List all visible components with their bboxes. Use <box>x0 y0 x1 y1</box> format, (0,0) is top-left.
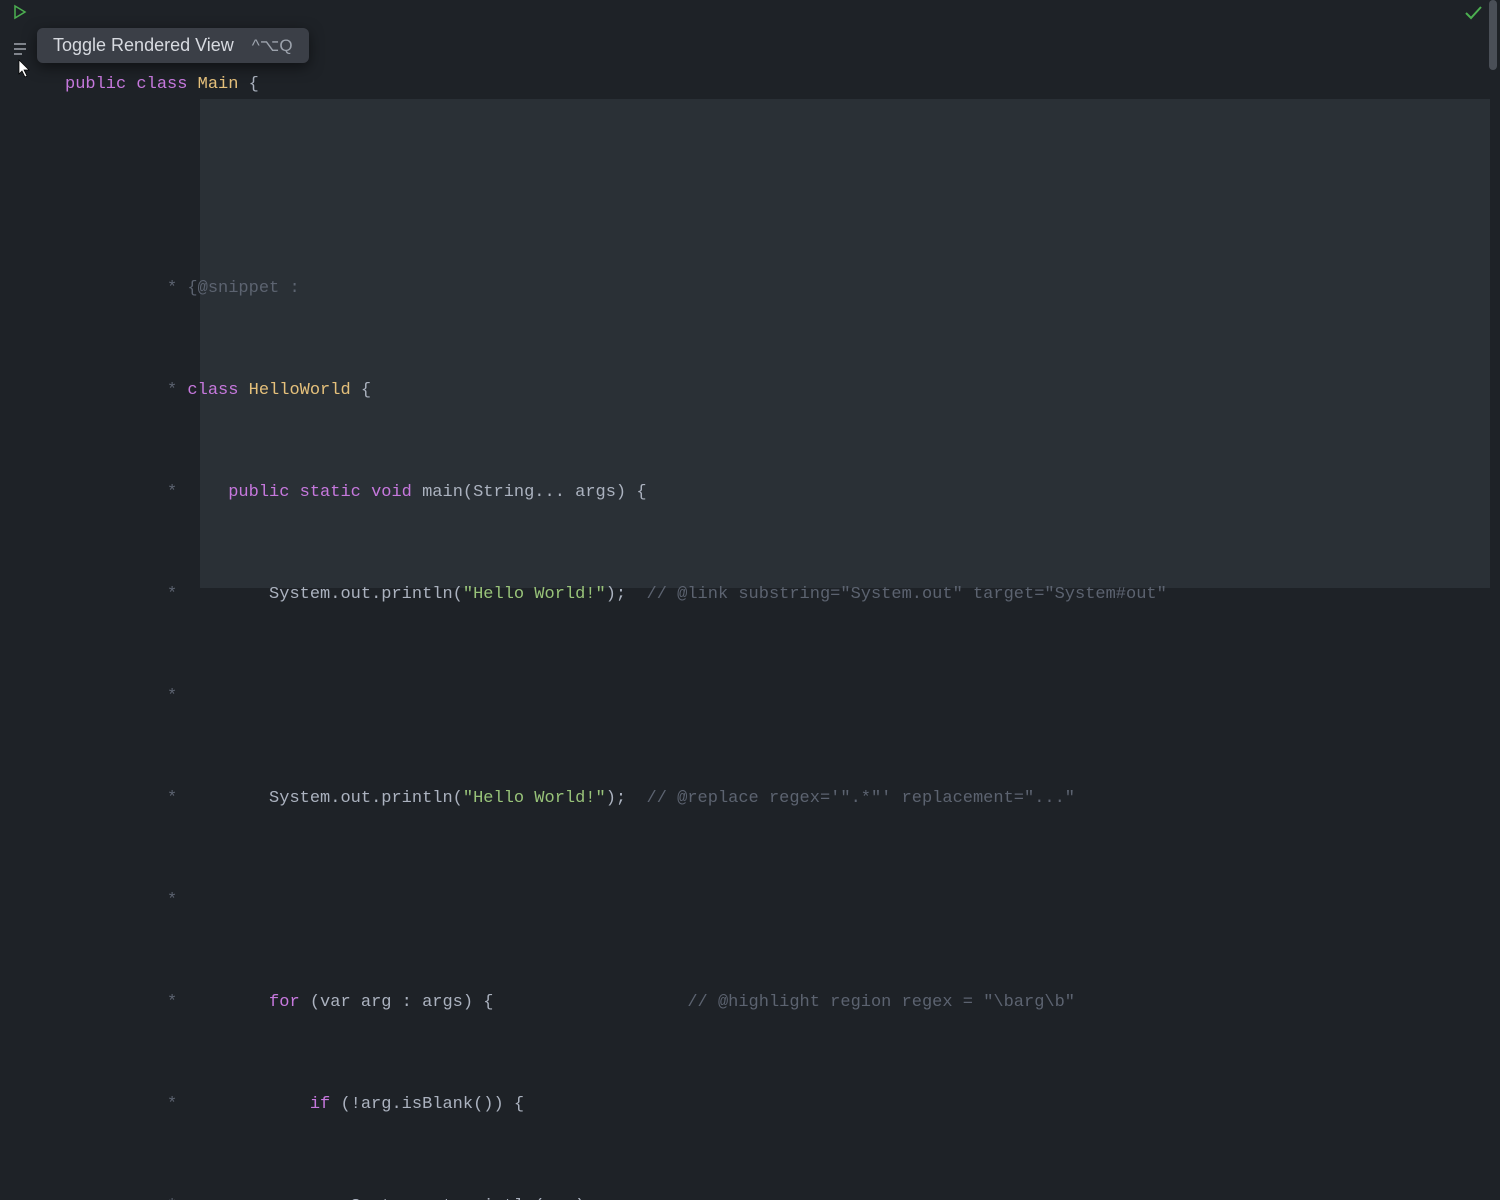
code-line: * <box>65 884 1500 918</box>
code-line: * for (var arg : args) { // @highlight r… <box>65 986 1500 1020</box>
code-line: * System.out.println("Hello World!"); //… <box>65 782 1500 816</box>
comment: // @highlight region regex = "\barg\b" <box>687 993 1075 1012</box>
string-literal: "Hello World!" <box>463 585 606 604</box>
code-line: * {@snippet : <box>65 272 1500 306</box>
class-name: Main <box>198 75 239 94</box>
keyword: class <box>136 75 187 94</box>
keyword: static <box>300 483 361 502</box>
code-line <box>65 170 1500 204</box>
tooltip: Toggle Rendered View ^⌥Q <box>37 28 309 63</box>
comment: // @replace regex='".*"' replacement="..… <box>647 789 1075 808</box>
mouse-pointer-icon <box>15 58 35 86</box>
javadoc-tag: {@snippet : <box>187 279 299 298</box>
keyword: void <box>371 483 412 502</box>
comment: // @link substring="System.out" target="… <box>647 585 1167 604</box>
keyword: public <box>65 75 126 94</box>
string-literal: "Hello World!" <box>463 789 606 808</box>
keyword: if <box>310 1095 330 1114</box>
class-name: HelloWorld <box>249 381 351 400</box>
code-line: * System.out.println("Hello World!"); //… <box>65 578 1500 612</box>
toggle-rendered-view-icon[interactable] <box>10 39 30 59</box>
code-line: * class HelloWorld { <box>65 374 1500 408</box>
tooltip-label: Toggle Rendered View <box>53 35 234 56</box>
code-line: public class Main { <box>65 68 1500 102</box>
editor-gutter <box>0 0 40 600</box>
code-line: * public static void main(String... args… <box>65 476 1500 510</box>
tooltip-shortcut: ^⌥Q <box>252 36 293 56</box>
run-icon[interactable] <box>10 2 30 22</box>
code-line: * System.out.println(arg); <box>65 1190 1500 1200</box>
code-line: * <box>65 680 1500 714</box>
code-editor[interactable]: public class Main { * {@snippet : * clas… <box>65 0 1500 1200</box>
keyword: for <box>269 993 300 1012</box>
code-line: * if (!arg.isBlank()) { <box>65 1088 1500 1122</box>
keyword: public <box>228 483 289 502</box>
keyword: class <box>187 381 238 400</box>
